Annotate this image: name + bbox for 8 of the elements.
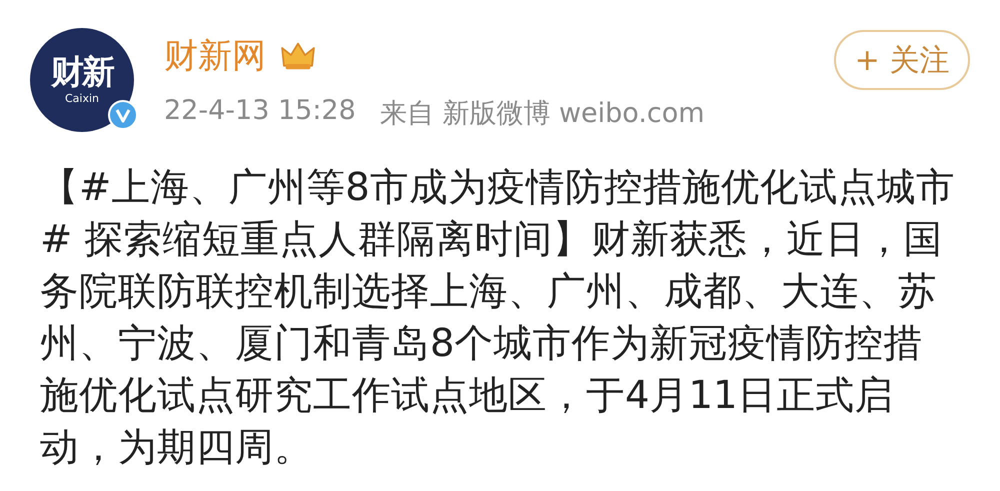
logo-text: 财新 [51,55,113,88]
post-source: 来自 新版微博 weibo.com [380,96,705,131]
crown-icon [280,41,316,72]
logo-subtext: Caixin [64,92,99,105]
follow-button[interactable]: + 关注 [834,30,970,90]
post-time: 22-4-13 15:28 [164,94,356,128]
author-name[interactable]: 财新网 [164,36,266,77]
post-text: 【#上海、广州等8市成为疫情防控措施优化试点城市# 探索缩短重点人群隔离时间】财新获悉，近日，国务院联防联控机制选择上海、广州、成都、大连、苏州、宁波、厦门和青岛8个城市作为新冠疫情防控措施优化试点研究工作试点地区，于4月11日正式启动，为期四周。 [40,164,956,472]
